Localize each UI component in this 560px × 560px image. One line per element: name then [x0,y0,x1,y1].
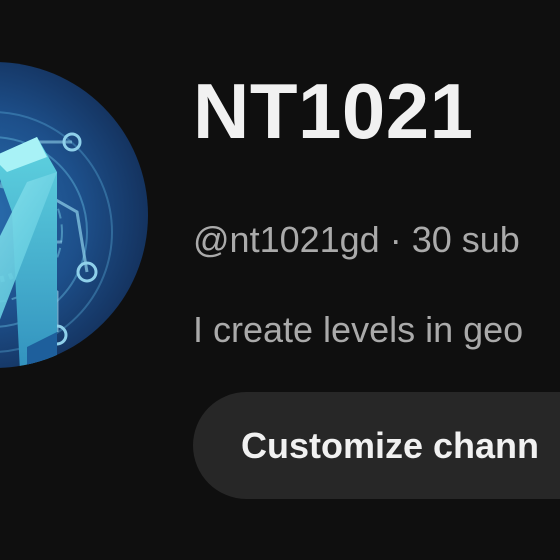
channel-avatar[interactable] [0,62,148,368]
subscriber-count: 30 sub [411,219,520,260]
nt-logo-icon [0,111,113,368]
channel-description[interactable]: I create levels in geo [193,312,523,348]
channel-meta: @nt1021gd · 30 sub [193,222,520,258]
channel-title: NT1021 [193,67,474,155]
meta-separator: · [389,219,402,260]
customize-channel-button[interactable]: Customize chann [193,392,560,499]
channel-handle: @nt1021gd [193,219,380,260]
channel-header: NT1021 @nt1021gd · 30 sub I create levels … [0,0,560,560]
